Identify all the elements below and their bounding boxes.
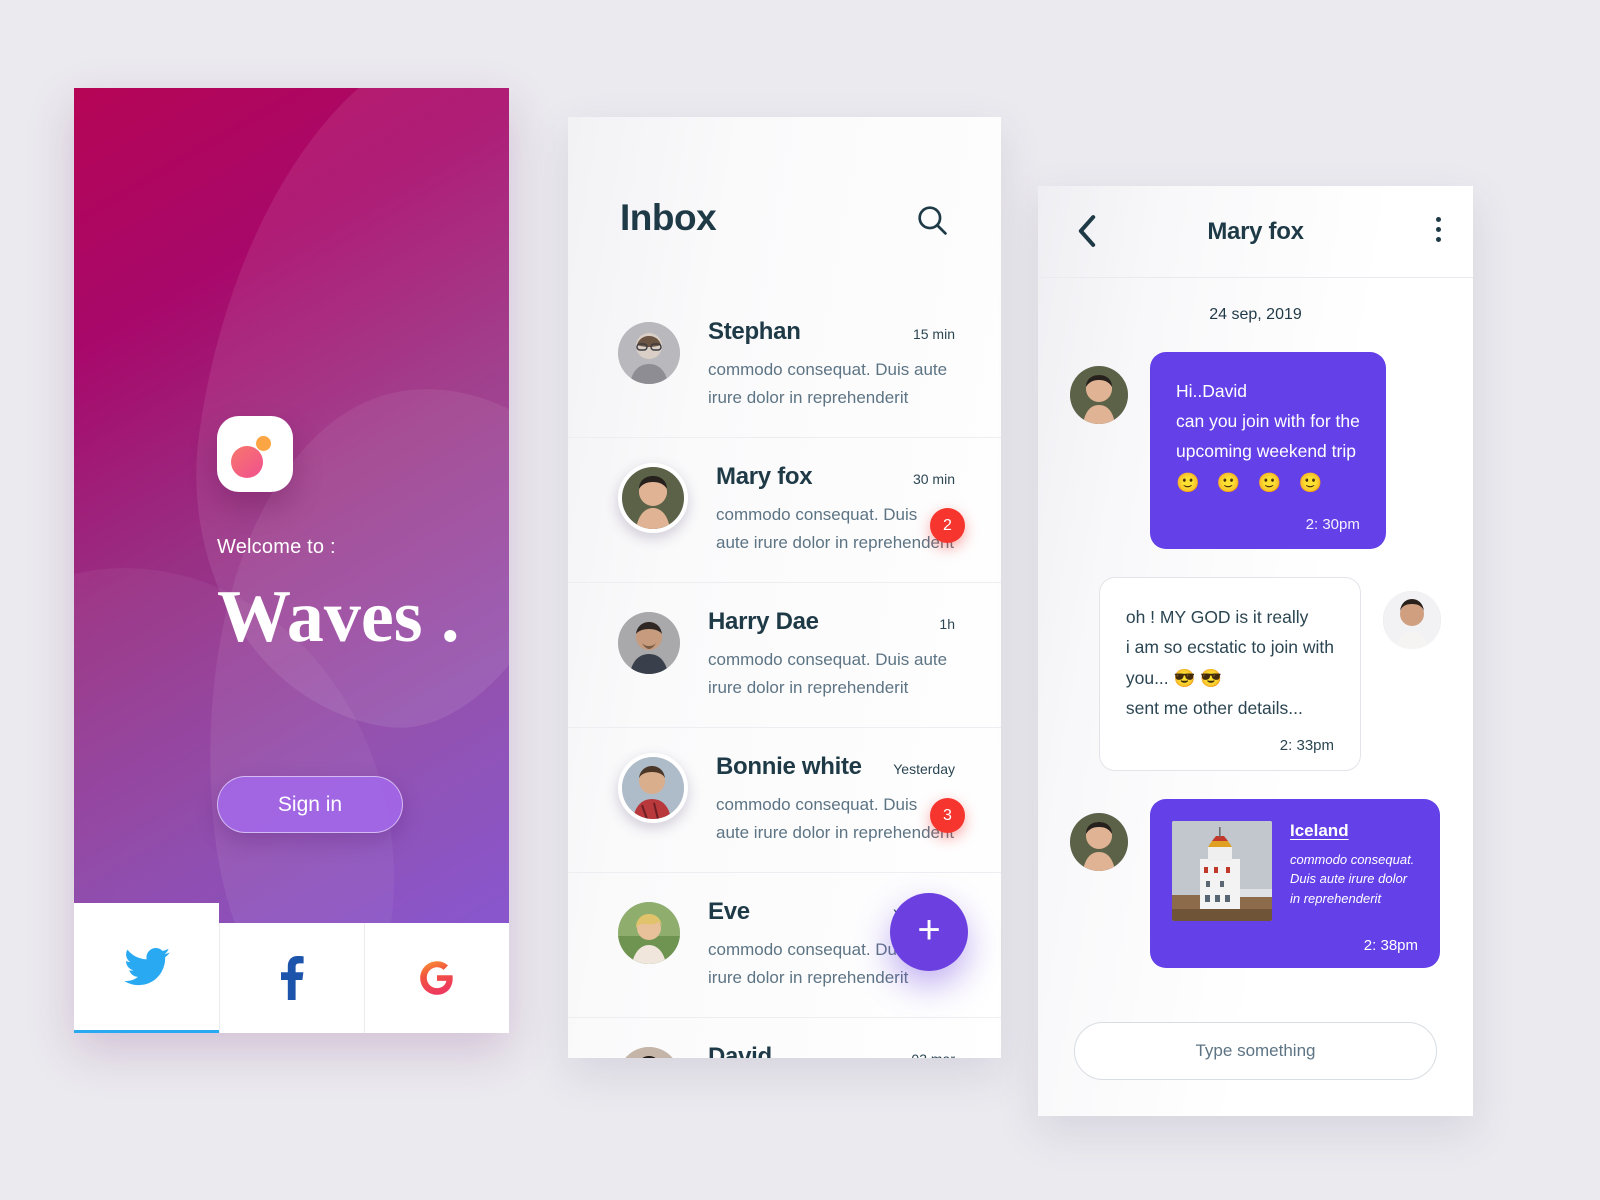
welcome-greeting: Welcome to :: [217, 536, 336, 558]
table-row[interactable]: Bonnie white Yesterday commodo consequat…: [568, 727, 1001, 872]
timestamp: 03 mar: [911, 1051, 955, 1058]
facebook-icon: [280, 956, 304, 1000]
social-button-twitter[interactable]: [74, 903, 219, 1033]
brand-title: Waves .: [217, 576, 460, 658]
avatar: [1070, 366, 1128, 424]
link-card-title[interactable]: Iceland: [1290, 821, 1418, 841]
sign-in-button[interactable]: Sign in: [217, 776, 403, 833]
app-logo-icon: [217, 416, 293, 492]
table-row[interactable]: Stephan 15 min commodo consequat. Duis a…: [568, 293, 1001, 437]
message-line: oh ! MY GOD is it really: [1125, 607, 1309, 628]
timestamp: Yesterday: [893, 761, 955, 778]
message-bubble-link-card: Iceland commodo consequat. Duis aute iru…: [1150, 798, 1440, 968]
table-row[interactable]: David 03 mar commodo consequat. Duis aut…: [568, 1017, 1001, 1058]
unread-badge: 3: [930, 798, 965, 834]
chat-message: oh ! MY GOD is it really i am so ecstati…: [1038, 577, 1473, 771]
avatar: [618, 612, 680, 675]
message-preview: commodo consequat. Duis aute irure dolor…: [708, 650, 948, 698]
avatar: [1383, 591, 1441, 650]
chat-screen: Mary fox 24 sep, 2019 Hi..David can you …: [1038, 186, 1473, 1116]
social-button-facebook[interactable]: [219, 923, 364, 1033]
welcome-screen: Welcome to : Waves . Sign in Sign up via…: [74, 88, 509, 1033]
timestamp: 15 min: [912, 326, 955, 342]
unread-badge: 2: [930, 508, 965, 544]
chat-message: Iceland commodo consequat. Duis aute iru…: [1038, 798, 1473, 968]
google-icon: [417, 958, 457, 998]
avatar: [618, 1047, 680, 1058]
link-card-description: commodo consequat. Duis aute irure dolor…: [1290, 851, 1415, 906]
message-line: sent me other details...: [1125, 697, 1303, 718]
more-vertical-icon[interactable]: [1436, 217, 1441, 242]
twitter-icon: [123, 947, 170, 986]
contact-name: Mary fox: [716, 463, 813, 491]
message-preview: commodo consequat. Duis aute irure dolor…: [716, 795, 955, 843]
message-line: i am so ecstatic to join with: [1125, 637, 1334, 658]
message-bubble-outgoing: Hi..David can you join with for the upco…: [1150, 352, 1386, 550]
contact-name: David: [708, 1043, 772, 1058]
plus-icon: +: [917, 908, 941, 952]
social-signup-row: [74, 903, 509, 1033]
page-title: Inbox: [620, 197, 717, 238]
chat-message: Hi..David can you join with for the upco…: [1038, 352, 1473, 550]
message-line: upcoming weekend trip: [1176, 441, 1356, 462]
message-preview: commodo consequat. Duis aute irure dolor…: [708, 360, 948, 408]
contact-name: Eve: [708, 898, 750, 926]
table-row[interactable]: Harry Dae 1h commodo consequat. Duis aut…: [568, 582, 1001, 727]
avatar: [618, 322, 680, 384]
message-timestamp: 2: 33pm: [1279, 736, 1334, 754]
logo-small-dot: [256, 436, 271, 451]
message-bubble-incoming: oh ! MY GOD is it really i am so ecstati…: [1098, 577, 1361, 771]
message-line: you... 😎 😎: [1125, 667, 1222, 688]
chat-header: Mary fox: [1038, 186, 1473, 278]
compose-fab-button[interactable]: +: [890, 893, 968, 971]
avatar: [618, 753, 688, 824]
table-row[interactable]: Mary fox 30 min commodo consequat. Duis …: [568, 437, 1001, 582]
timestamp: 1h: [939, 616, 955, 633]
link-card-thumbnail: [1172, 820, 1272, 921]
search-icon[interactable]: [915, 203, 949, 237]
contact-name: Bonnie white: [716, 753, 862, 781]
message-timestamp: 2: 30pm: [1305, 516, 1360, 534]
logo-large-dot: [231, 446, 263, 478]
avatar: [618, 902, 680, 965]
message-line: can you join with for the: [1176, 411, 1360, 432]
contact-name: Stephan: [708, 318, 801, 345]
message-input[interactable]: [1074, 1022, 1437, 1080]
message-emoji-row: 🙂 🙂 🙂 🙂: [1176, 473, 1329, 495]
screenshot-root: Welcome to : Waves . Sign in Sign up via…: [0, 0, 1600, 1200]
social-button-google[interactable]: [364, 923, 509, 1033]
chat-date-label: 24 sep, 2019: [1209, 306, 1302, 323]
back-chevron-icon[interactable]: [1074, 214, 1100, 248]
timestamp: 30 min: [912, 471, 955, 488]
avatar: [1070, 812, 1128, 871]
contact-name: Harry Dae: [708, 608, 819, 636]
message-line: Hi..David: [1176, 381, 1247, 401]
avatar: [618, 463, 688, 534]
message-timestamp: 2: 38pm: [1363, 936, 1418, 954]
inbox-header: Inbox: [568, 117, 1001, 293]
chat-contact-name: Mary fox: [1207, 217, 1304, 245]
message-preview: commodo consequat. Duis aute irure dolor…: [716, 505, 955, 553]
